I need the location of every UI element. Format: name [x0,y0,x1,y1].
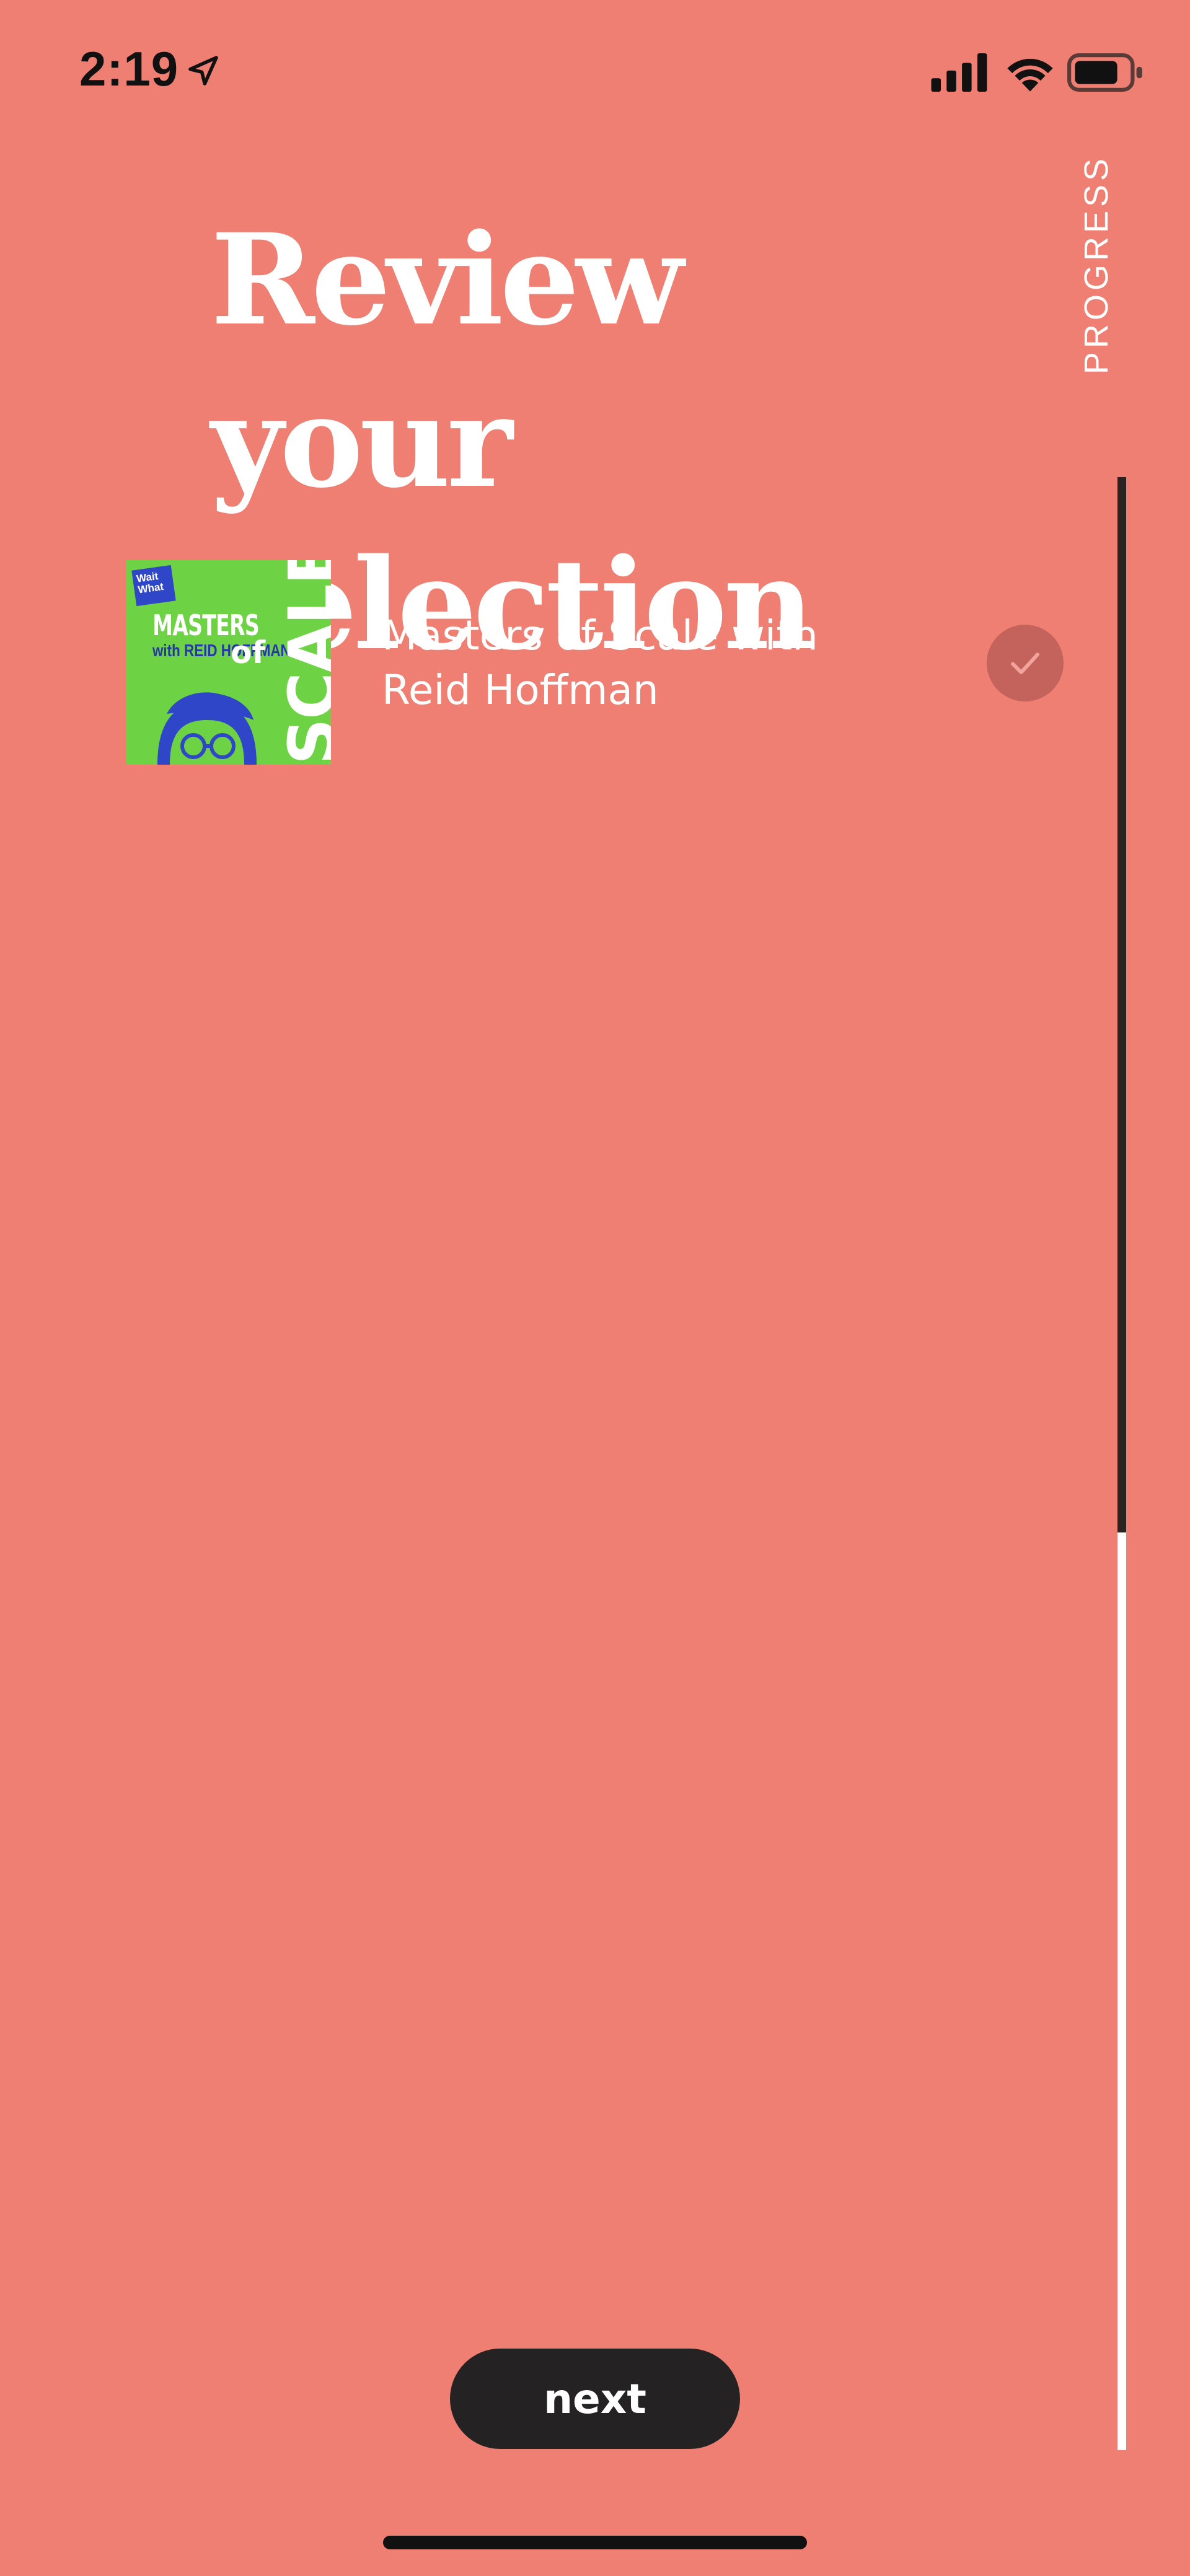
cover-portrait-illustration [157,692,257,765]
selected-podcast-item[interactable]: Wait What MASTERS with REID HOFFMAN of S… [126,560,1069,765]
checkmark-icon [1011,653,1039,674]
progress-bar-fill [1117,477,1126,1533]
status-bar: 2:19 [0,0,1190,143]
status-time: 2:19 [79,42,179,96]
cover-title-of: of [231,635,266,670]
cover-title-scale: SCALE [275,560,331,765]
location-arrow-icon [188,56,218,86]
progress-label: PROGRESS [1078,154,1115,374]
cover-badge: Wait What [131,565,176,607]
cellular-signal-icon [931,53,987,92]
podcast-cover-art: Wait What MASTERS with REID HOFFMAN of S… [126,560,331,765]
podcast-title: Masters of Scale with Reid Hoffman [382,612,818,714]
cover-subtitle: with REID HOFFMAN [152,641,291,660]
progress-bar [1117,477,1126,2450]
home-indicator [383,2536,807,2549]
next-button[interactable]: next [450,2349,740,2449]
battery-icon [1067,53,1142,92]
selected-check-toggle[interactable] [987,625,1064,701]
wifi-icon [1007,58,1053,92]
